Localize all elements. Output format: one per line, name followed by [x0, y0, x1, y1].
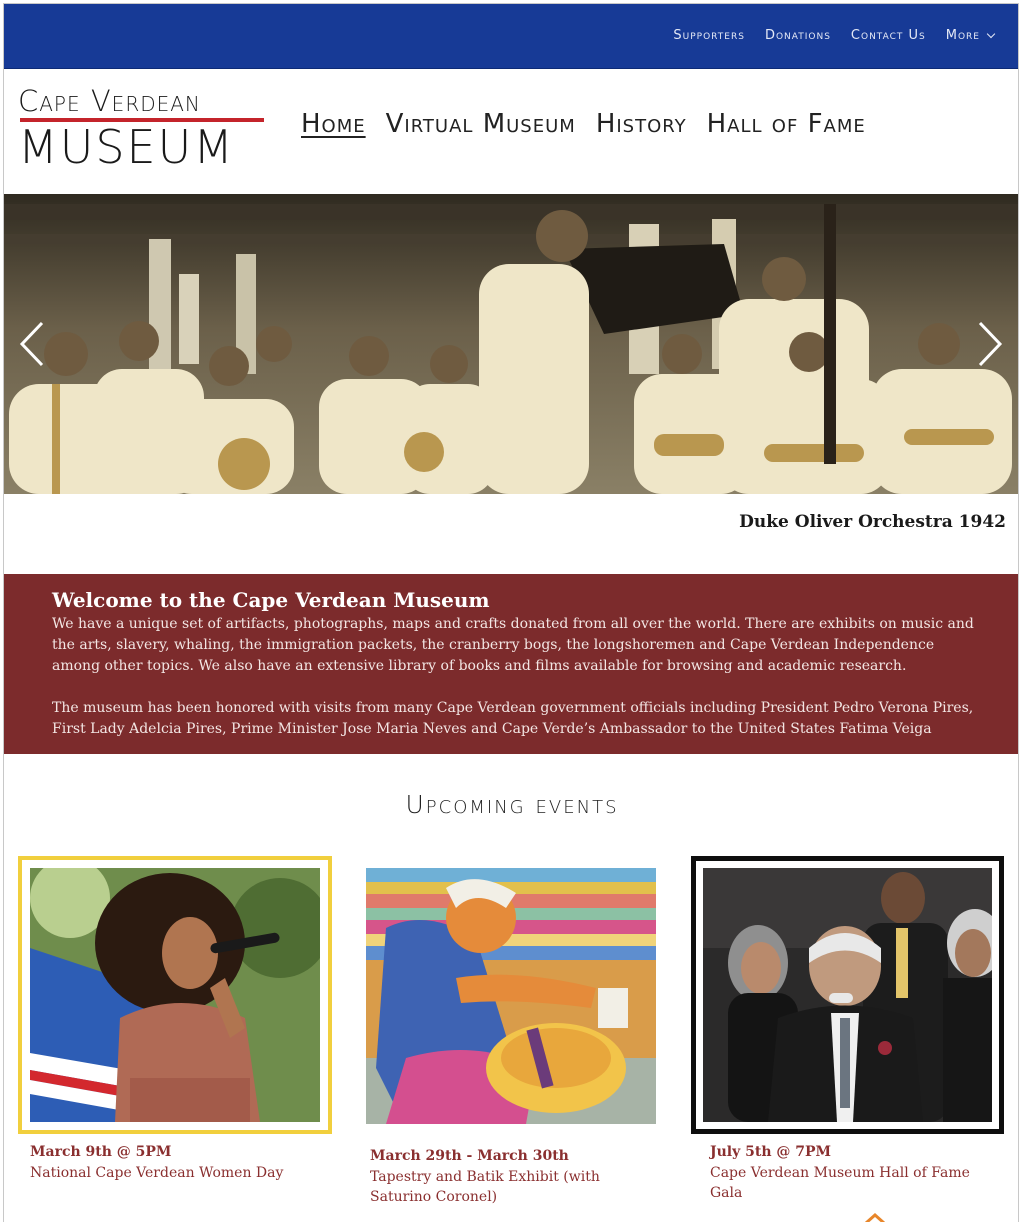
main-nav-hall-of-fame[interactable]: Hall of Fame — [707, 109, 866, 139]
logo-line-2: MUSEUM — [18, 120, 235, 174]
welcome-paragraph-1: We have a unique set of artifacts, photo… — [52, 616, 974, 674]
hero-photo — [4, 194, 1018, 494]
nav-more-label: More — [945, 28, 980, 43]
event-date: July 5th @ 7PM — [710, 1144, 832, 1160]
logo-line-1: Cape Verdean — [18, 84, 201, 118]
nav-link-supporters[interactable]: Supporters — [673, 28, 745, 43]
event-title[interactable]: Tapestry and Batik Exhibit (with Saturin… — [370, 1167, 630, 1207]
hero-next-arrow-icon[interactable] — [976, 319, 1006, 369]
chevron-down-icon — [986, 29, 996, 38]
nav-link-contact-us[interactable]: Contact Us — [851, 28, 926, 43]
event-date: March 9th @ 5PM — [30, 1144, 172, 1160]
utility-nav: Supporters Donations Contact Us More — [673, 28, 996, 43]
hero-prev-arrow-icon[interactable] — [16, 319, 46, 369]
events-heading: Upcoming events — [405, 790, 619, 819]
main-nav-virtual-museum[interactable]: Virtual Museum — [386, 109, 576, 139]
gala-photo — [703, 868, 992, 1122]
hero-caption: Duke Oliver Orchestra 1942 — [739, 512, 1006, 532]
site-logo[interactable]: Cape Verdean MUSEUM — [18, 84, 268, 174]
welcome-section: Welcome to the Cape Verdean Museum We ha… — [4, 574, 1018, 754]
event-image-gala[interactable] — [703, 868, 992, 1122]
main-nav-history[interactable]: History — [596, 109, 687, 139]
top-utility-bar: Supporters Donations Contact Us More — [4, 4, 1018, 69]
page-frame: Supporters Donations Contact Us More Cap… — [3, 3, 1019, 1222]
hero-slideshow — [4, 194, 1018, 494]
event-title[interactable]: Cape Verdean Museum Hall of Fame Gala — [710, 1163, 980, 1203]
site-header: Cape Verdean MUSEUM Home Virtual Museum … — [4, 69, 1018, 194]
welcome-paragraph-2: The museum has been honored with visits … — [52, 700, 974, 737]
event-date: March 29th - March 30th — [370, 1148, 569, 1164]
back-to-top-icon[interactable] — [864, 1212, 886, 1222]
tapestry-artwork — [366, 868, 656, 1124]
event-image-tapestry[interactable] — [366, 868, 656, 1124]
main-nav: Home Virtual Museum History Hall of Fame — [301, 109, 866, 139]
singer-photo — [30, 868, 320, 1122]
main-nav-home[interactable]: Home — [301, 109, 366, 139]
nav-link-donations[interactable]: Donations — [765, 28, 831, 43]
nav-more-dropdown[interactable]: More — [945, 28, 996, 43]
event-image-singer[interactable] — [30, 868, 320, 1122]
welcome-heading: Welcome to the Cape Verdean Museum — [52, 588, 490, 612]
event-title[interactable]: National Cape Verdean Women Day — [30, 1163, 330, 1183]
